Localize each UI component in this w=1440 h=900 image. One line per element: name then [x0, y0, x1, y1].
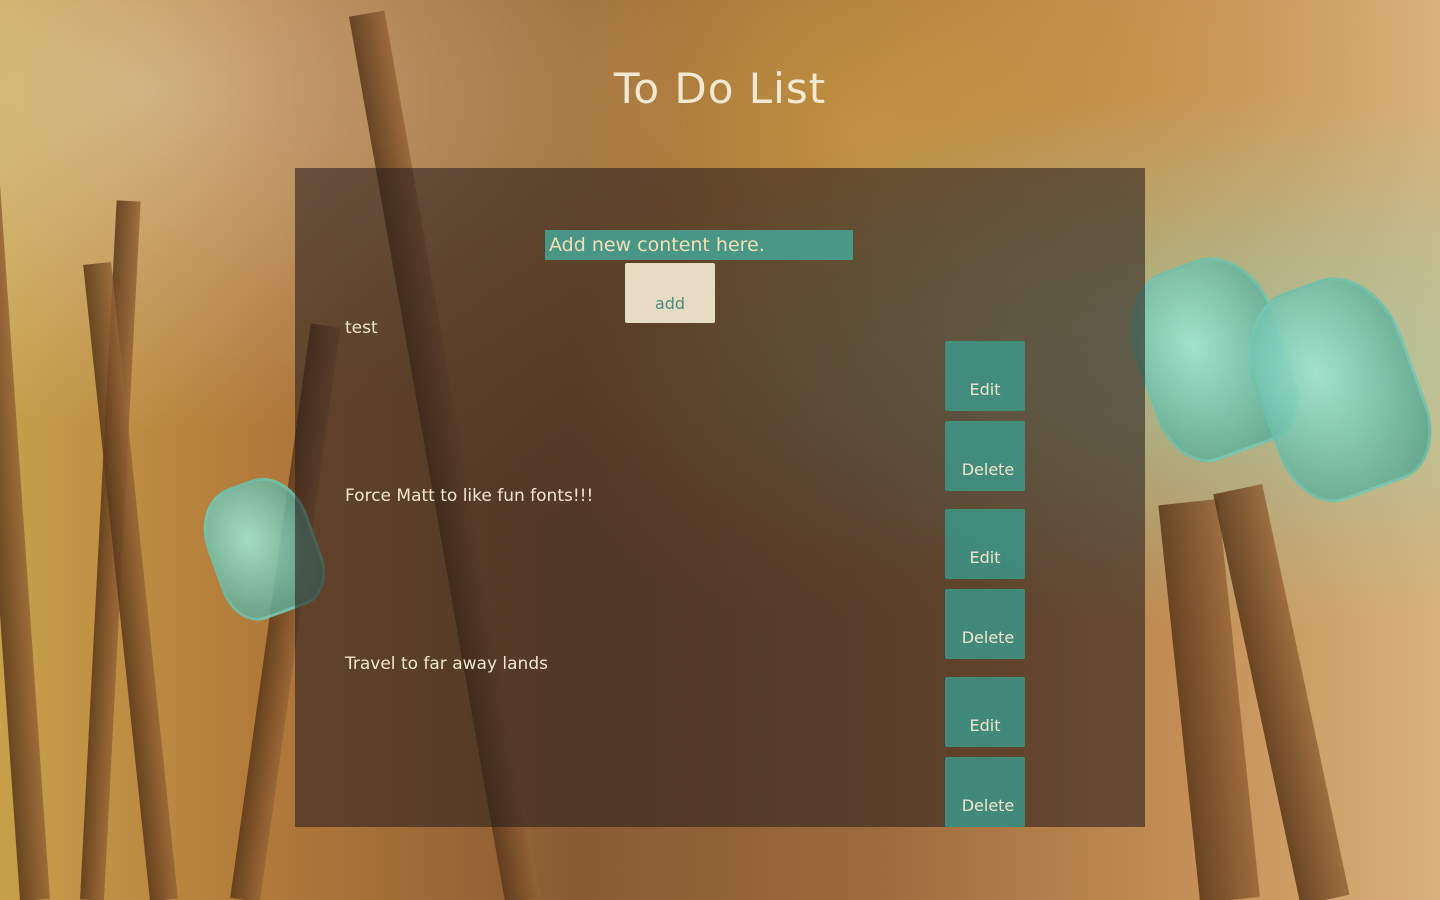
add-button[interactable]: add: [625, 263, 715, 323]
background-stake: [0, 120, 50, 900]
todo-text: Travel to far away lands: [345, 654, 548, 674]
delete-button[interactable]: Delete: [945, 757, 1025, 827]
todo-text: Force Matt to like fun fonts!!!: [345, 486, 594, 506]
edit-button[interactable]: Edit: [945, 341, 1025, 411]
edit-button[interactable]: Edit: [945, 509, 1025, 579]
todo-text: test: [345, 318, 378, 338]
delete-button[interactable]: Delete: [945, 421, 1025, 491]
page-title: To Do List: [613, 64, 827, 113]
new-content-input[interactable]: [545, 230, 853, 260]
delete-button[interactable]: Delete: [945, 589, 1025, 659]
todo-panel: add test Edit Delete Force Matt to like …: [295, 168, 1145, 827]
edit-button[interactable]: Edit: [945, 677, 1025, 747]
